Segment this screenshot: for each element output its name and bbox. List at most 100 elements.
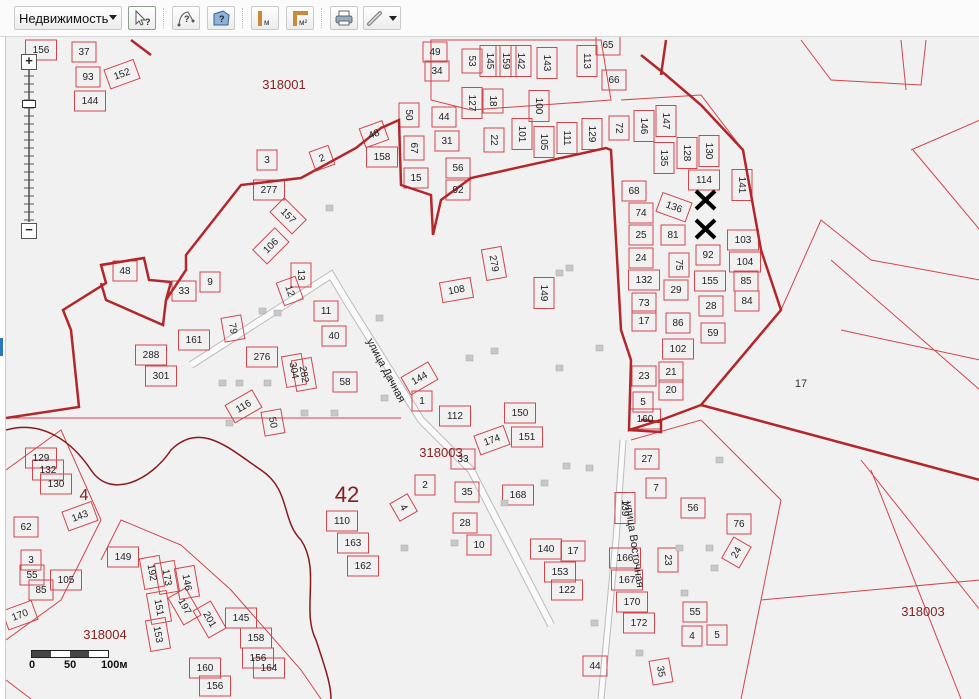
parcel-number[interactable]: 44 [589, 661, 601, 672]
parcel-number[interactable]: 143 [541, 55, 552, 72]
parcel-number[interactable]: 111 [561, 130, 572, 146]
parcel-number[interactable]: 108 [447, 284, 466, 298]
parcel-number[interactable]: 156 [207, 681, 224, 692]
parcel-number[interactable]: 21 [665, 367, 677, 378]
parcel-number[interactable]: 17 [638, 316, 650, 327]
parcel-number[interactable]: 145 [233, 613, 250, 624]
parcel-number[interactable]: 23 [662, 554, 673, 566]
parcel-number[interactable]: 158 [374, 152, 391, 163]
parcel-number[interactable]: 132 [636, 275, 653, 286]
parcel-number[interactable]: 141 [736, 177, 747, 194]
parcel-number[interactable]: 56 [687, 503, 699, 514]
parcel-number[interactable]: 66 [608, 75, 620, 86]
link-button[interactable] [363, 6, 401, 30]
parcel-number[interactable]: 129 [33, 453, 50, 464]
parcel-number[interactable]: 3 [264, 155, 270, 166]
parcel-number[interactable]: 9 [207, 277, 213, 288]
parcel-number[interactable]: 277 [261, 185, 278, 196]
parcel-number[interactable]: 149 [115, 552, 132, 563]
parcel-number[interactable]: 27 [641, 454, 653, 465]
parcel-number[interactable]: 92 [702, 250, 714, 261]
parcel-number[interactable]: 170 [624, 597, 641, 608]
parcel-number[interactable]: 276 [254, 352, 271, 363]
parcel-number[interactable]: 153 [552, 567, 569, 578]
parcel-number[interactable]: 152 [112, 66, 132, 82]
parcel-number[interactable]: 110 [334, 516, 350, 527]
parcel-number[interactable]: 288 [143, 350, 160, 361]
parcel-number[interactable]: 301 [153, 371, 170, 382]
parcel-number[interactable]: 86 [672, 318, 684, 329]
parcel-number[interactable]: 18 [487, 95, 498, 107]
parcel-number[interactable]: 5 [640, 397, 646, 408]
parcel-number[interactable]: 23 [638, 371, 650, 382]
parcel-number[interactable]: 136 [664, 200, 684, 216]
parcel-number[interactable]: 103 [735, 235, 752, 246]
parcel-number[interactable]: 56 [452, 163, 464, 174]
parcel-number[interactable]: 102 [670, 344, 687, 355]
parcel-number[interactable]: 116 [234, 398, 254, 416]
parcel-number[interactable]: 1 [419, 396, 425, 407]
map-canvas[interactable]: 156 3793 152144493453 145 159 142 143 113656672… [6, 37, 979, 699]
parcel-number[interactable]: 105 [538, 134, 549, 151]
parcel-number[interactable]: 192 [145, 563, 159, 582]
parcel-number[interactable]: 144 [82, 96, 99, 107]
parcel-number[interactable]: 75 [673, 259, 684, 271]
parcel-number[interactable]: 164 [261, 663, 278, 674]
measure-area-button[interactable]: м² [286, 6, 314, 30]
parcel-number[interactable]: 151 [152, 598, 166, 617]
identify-tool-button[interactable]: ? [128, 6, 156, 30]
parcel-number[interactable]: 5 [714, 630, 720, 641]
parcel-number[interactable]: 3 [28, 555, 34, 566]
parcel-number[interactable]: 104 [737, 257, 754, 268]
parcel-number[interactable]: 146 [638, 118, 649, 135]
parcel-number[interactable]: 85 [740, 276, 752, 287]
parcel-number[interactable]: 33 [178, 286, 190, 297]
parcel-number[interactable]: 65 [602, 40, 614, 51]
parcel-number[interactable]: 113 [581, 53, 592, 69]
parcel-number[interactable]: 282 [297, 365, 311, 384]
parcel-number[interactable]: 150 [512, 408, 529, 419]
parcel-number[interactable]: 72 [613, 122, 624, 134]
parcel-number[interactable]: 100 [533, 98, 544, 115]
parcel-number[interactable]: 159 [500, 53, 511, 70]
cross-marker[interactable] [694, 218, 717, 240]
parcel-number[interactable]: 58 [339, 377, 351, 388]
parcel-number[interactable]: 146 [180, 573, 194, 592]
parcel-number[interactable]: 24 [635, 253, 647, 264]
parcel-number[interactable]: 173 [160, 568, 174, 587]
parcel-number[interactable]: 155 [702, 276, 719, 287]
measure-length-button[interactable]: м [251, 6, 279, 30]
parcel-number[interactable]: 73 [638, 298, 650, 309]
parcel-number[interactable]: 158 [248, 633, 265, 644]
parcel-number[interactable]: 10 [473, 540, 485, 551]
parcel-number[interactable]: 48 [119, 266, 131, 277]
parcel-number[interactable]: 160 [637, 414, 654, 425]
parcel-number[interactable]: 279 [487, 254, 501, 273]
parcel-number[interactable]: 50 [266, 416, 279, 429]
parcel-number[interactable]: 163 [345, 538, 362, 549]
parcel-number[interactable]: 22 [488, 134, 499, 146]
parcel-number[interactable]: 151 [519, 432, 536, 443]
parcel-number[interactable]: 53 [466, 55, 477, 67]
parcel-number[interactable]: 93 [82, 72, 94, 83]
parcel-number[interactable]: 112 [447, 411, 463, 422]
parcel-number[interactable]: 130 [48, 479, 65, 490]
parcel-number[interactable]: 76 [733, 519, 745, 530]
identify-line-button[interactable]: ? [172, 6, 200, 30]
parcel-number[interactable]: 34 [431, 66, 443, 77]
parcel-number[interactable]: 170 [10, 607, 30, 623]
parcel-number[interactable]: 59 [707, 328, 719, 339]
cross-marker[interactable] [694, 189, 717, 211]
parcel-number[interactable]: 37 [78, 47, 90, 58]
parcel-number[interactable]: 84 [741, 296, 753, 307]
parcel-number[interactable]: 142 [515, 53, 526, 70]
parcel-number[interactable]: 28 [705, 301, 717, 312]
parcel-number[interactable]: 160 [197, 663, 214, 674]
parcel-number[interactable]: 74 [635, 208, 647, 219]
parcel-number[interactable]: 55 [26, 570, 38, 581]
parcel-number[interactable]: 85 [35, 585, 47, 596]
parcel-number[interactable]: 62 [20, 522, 32, 533]
parcel-number[interactable]: 105 [58, 575, 75, 586]
parcel-number[interactable]: 162 [355, 561, 372, 572]
parcel-number[interactable]: 168 [510, 490, 527, 501]
